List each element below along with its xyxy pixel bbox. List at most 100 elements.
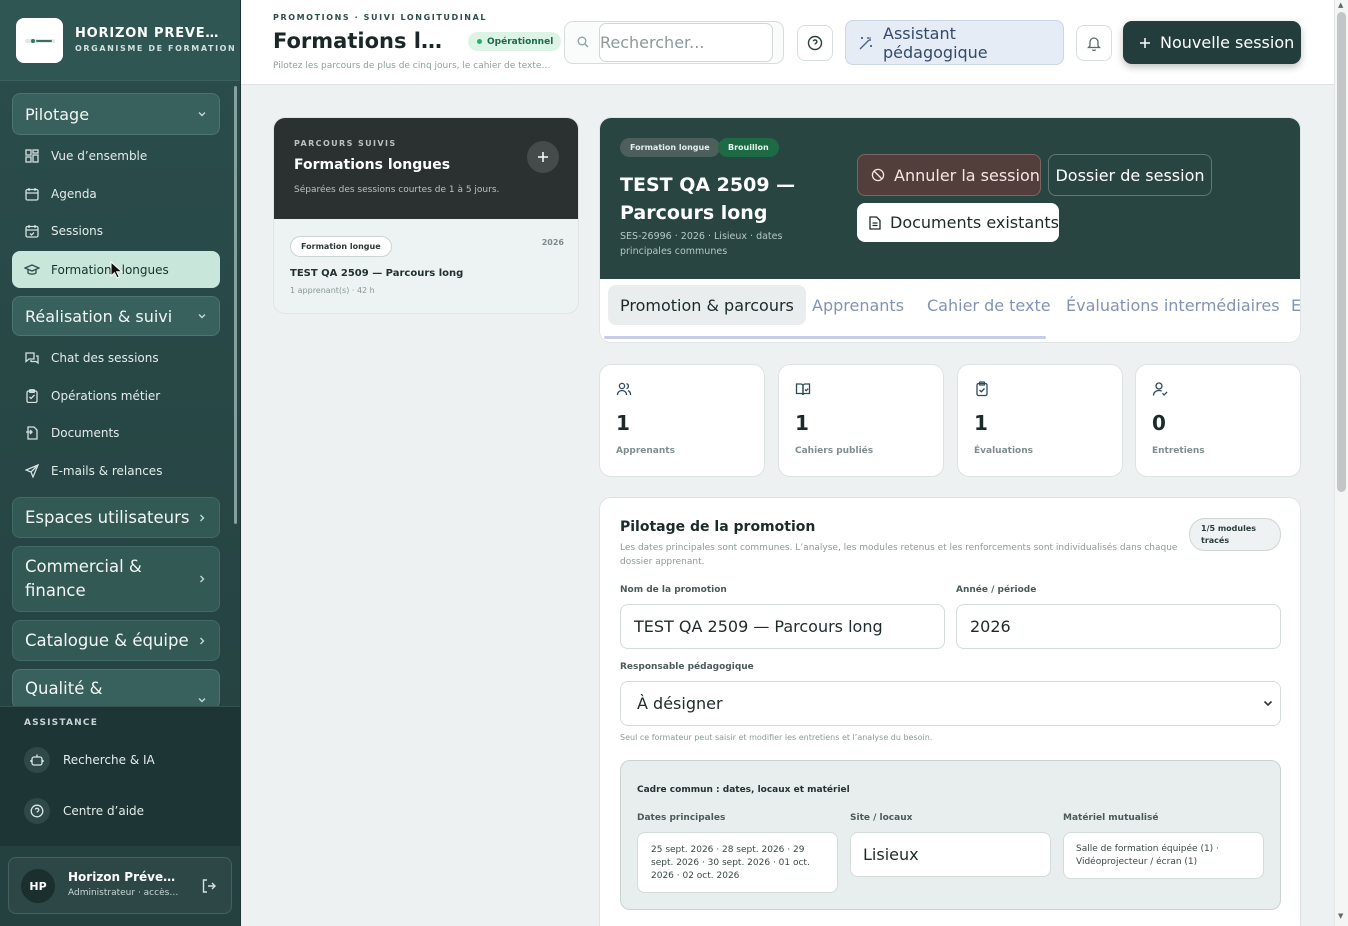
page-scrollbar-thumb[interactable] bbox=[1337, 12, 1346, 492]
sidebar-item-emails-relances[interactable]: E-mails & relances bbox=[12, 452, 220, 489]
bell-icon bbox=[1087, 35, 1101, 51]
cadre-title: Cadre commun : dates, locaux et matériel bbox=[637, 785, 850, 795]
tab-promotion-parcours[interactable]: Promotion & parcours bbox=[608, 285, 806, 325]
chevron-right-icon bbox=[197, 574, 207, 584]
parcours-list-item[interactable]: Formation longue 2026 bbox=[274, 219, 578, 313]
tabs-scrollbar[interactable] bbox=[604, 336, 1046, 339]
robot-icon bbox=[24, 747, 50, 773]
dashboard-icon bbox=[24, 148, 40, 164]
chat-icon bbox=[24, 350, 40, 366]
sidebar-item-vue-ensemble[interactable]: Vue d’ensemble bbox=[12, 137, 220, 174]
help-button[interactable] bbox=[797, 25, 833, 61]
ban-icon bbox=[871, 168, 885, 182]
existing-documents-label: Documents existants bbox=[890, 213, 1059, 232]
cancel-session-button[interactable]: Annuler la session bbox=[857, 154, 1041, 196]
user-card[interactable]: HP Horizon Prévention Administrateur · a… bbox=[8, 857, 232, 914]
sidebar-item-operations-metier[interactable]: Opérations métier bbox=[12, 377, 220, 414]
sidebar-item-chat-sessions[interactable]: Chat des sessions bbox=[12, 339, 220, 376]
assistant-button[interactable]: Assistant pédagogique bbox=[845, 20, 1064, 65]
existing-documents-button[interactable]: Documents existants bbox=[857, 203, 1059, 242]
clipboard-icon bbox=[24, 388, 40, 404]
tab-cahier-de-texte[interactable]: Cahier de texte bbox=[927, 285, 1051, 325]
parcours-title: Formations longues bbox=[294, 157, 451, 173]
sidebar-item-label: Vue d’ensemble bbox=[51, 148, 148, 163]
materiel-label: Matériel mutualisé bbox=[1063, 813, 1159, 823]
parcours-name: TEST QA 2509 — Parcours long bbox=[290, 268, 464, 279]
parcours-eyebrow: PARCOURS SUIVIS bbox=[294, 139, 397, 148]
page-scrollbar[interactable]: ▲ ▼ bbox=[1334, 0, 1348, 926]
nav-group-espaces-utilisateurs[interactable]: Espaces utilisateurs bbox=[12, 497, 220, 538]
promo-name-label: Nom de la promotion bbox=[620, 585, 727, 595]
brand-header: HORIZON PRÉVENTION ORGANISME DE FORMATIO… bbox=[0, 0, 240, 81]
year-label: Année / période bbox=[956, 585, 1037, 595]
kpi-entretiens: 0 Entretiens bbox=[1135, 364, 1301, 477]
nav-group-catalogue-equipe[interactable]: Catalogue & équipe bbox=[12, 620, 220, 661]
assistant-button-label: Assistant pédagogique bbox=[883, 23, 988, 62]
session-title: TEST QA 2509 — Parcours long bbox=[620, 174, 796, 224]
kpi-label: Évaluations bbox=[974, 446, 1033, 456]
kpi-label: Cahiers publiés bbox=[795, 446, 874, 456]
site-input[interactable] bbox=[850, 832, 1051, 877]
add-parcours-button[interactable] bbox=[527, 141, 559, 173]
kpi-cahiers-publies: 1 Cahiers publiés bbox=[778, 364, 944, 477]
graduation-cap-icon bbox=[24, 262, 40, 278]
nav-group-realisation[interactable]: Réalisation & suivi bbox=[12, 296, 220, 336]
chevron-down-icon bbox=[197, 109, 207, 119]
plus-icon bbox=[537, 151, 549, 163]
search-input[interactable] bbox=[599, 23, 773, 62]
responsable-label: Responsable pédagogique bbox=[620, 662, 754, 672]
modules-progress-badge: 1/5 modules tracés bbox=[1189, 518, 1281, 551]
parcours-meta: 1 apprenant(s) · 42 h bbox=[290, 286, 375, 295]
brand-name: HORIZON PRÉVENTION bbox=[75, 26, 227, 41]
dossier-session-button[interactable]: Dossier de session bbox=[1048, 154, 1212, 196]
year-input[interactable] bbox=[956, 604, 1281, 649]
brand-subtitle: ORGANISME DE FORMATION bbox=[75, 44, 237, 53]
assistance-item-centre-aide[interactable]: Centre d’aide bbox=[24, 796, 144, 826]
chevron-down-icon bbox=[197, 695, 207, 705]
calendar-check-icon bbox=[24, 223, 40, 239]
materiel-field[interactable]: Salle de formation équipée (1) · Vidéopr… bbox=[1063, 832, 1264, 879]
kpi-evaluations: 1 Évaluations bbox=[957, 364, 1123, 477]
sidebar-scrollbar[interactable] bbox=[234, 86, 237, 524]
page-subtitle: Pilotez les parcours de plus de cinq jou… bbox=[273, 61, 553, 71]
sidebar: HORIZON PRÉVENTION ORGANISME DE FORMATIO… bbox=[0, 0, 241, 926]
mouse-cursor-icon bbox=[110, 261, 124, 279]
kpi-apprenants: 1 Apprenants bbox=[599, 364, 765, 477]
notifications-button[interactable] bbox=[1076, 25, 1112, 61]
scroll-up-arrow-icon[interactable]: ▲ bbox=[1338, 1, 1343, 9]
sidebar-item-agenda[interactable]: Agenda bbox=[12, 175, 220, 212]
cadre-commun-box: Cadre commun : dates, locaux et matériel… bbox=[620, 760, 1281, 910]
nav-group-pilotage[interactable]: Pilotage bbox=[12, 93, 220, 135]
tab-apprenants[interactable]: Apprenants bbox=[812, 285, 904, 325]
logout-icon[interactable] bbox=[201, 878, 217, 894]
assistance-item-recherche-ia[interactable]: Recherche & IA bbox=[24, 745, 155, 775]
chevron-down-icon bbox=[197, 311, 207, 321]
top-header: PROMOTIONS · SUIVI LONGITUDINAL Formatio… bbox=[241, 0, 1334, 85]
kpi-value: 1 bbox=[616, 411, 630, 435]
sidebar-item-sessions[interactable]: Sessions bbox=[12, 212, 220, 249]
avatar: HP bbox=[21, 869, 55, 903]
nav-group-label: Pilotage bbox=[25, 104, 90, 124]
session-meta: SES-26996 · 2026 · Lisieux · dates princ… bbox=[620, 231, 783, 257]
session-card: Formation longue Brouillon TEST QA 2509 … bbox=[599, 117, 1301, 343]
tab-more[interactable]: E bbox=[1291, 285, 1300, 325]
nav-group-commercial-finance[interactable]: Commercial & finance bbox=[12, 546, 220, 612]
section-description: Les dates principales sont communes. L’a… bbox=[620, 543, 1178, 567]
kpi-value: 1 bbox=[974, 411, 988, 435]
tab-evaluations-intermediaires[interactable]: Évaluations intermédiaires bbox=[1066, 285, 1280, 325]
brand-logo[interactable] bbox=[16, 18, 63, 63]
nav-group-qualite[interactable]: Qualité & bbox=[12, 669, 220, 709]
pilotage-promotion-panel: Pilotage de la promotion Les dates princ… bbox=[599, 497, 1301, 926]
responsable-hint: Seul ce formateur peut saisir et modifie… bbox=[620, 733, 933, 742]
sidebar-item-documents[interactable]: Documents bbox=[12, 414, 220, 451]
user-name: Horizon Prévention bbox=[68, 870, 180, 884]
scroll-down-arrow-icon[interactable]: ▼ bbox=[1338, 912, 1343, 920]
search-box[interactable] bbox=[564, 21, 784, 64]
assistance-label: ASSISTANCE bbox=[24, 718, 99, 728]
dates-label: Dates principales bbox=[637, 813, 726, 823]
new-session-button[interactable]: Nouvelle session bbox=[1123, 21, 1301, 64]
responsable-selected-value: À désigner bbox=[637, 694, 723, 713]
dates-field[interactable]: 25 sept. 2026 · 28 sept. 2026 · 29 sept.… bbox=[637, 832, 838, 893]
responsable-select[interactable]: À désigner bbox=[620, 681, 1281, 726]
promo-name-input[interactable] bbox=[620, 604, 945, 649]
